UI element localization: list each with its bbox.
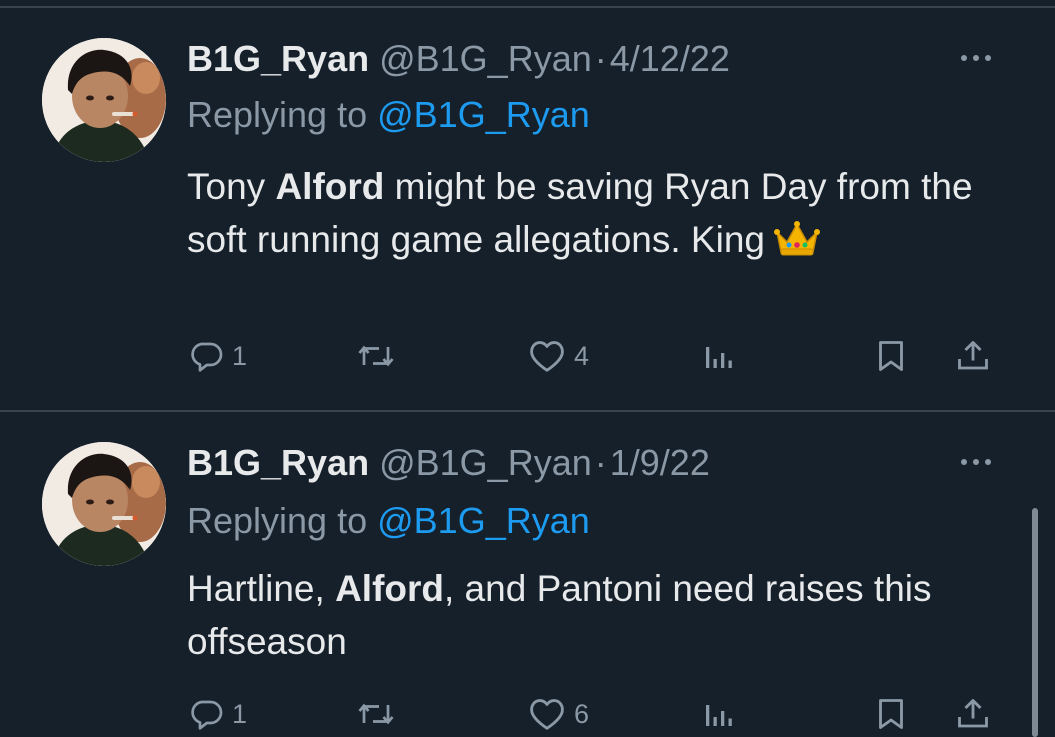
action-bar: 1 6 — [0, 692, 1055, 736]
heart-icon — [528, 696, 566, 732]
tweet-header: B1G_Ryan @B1G_Ryan·4/12/22 — [187, 36, 730, 82]
separator-dot: · — [594, 442, 607, 483]
separator-dot: · — [594, 38, 607, 79]
mention-link[interactable]: @B1G_Ryan — [377, 94, 590, 135]
mention-link[interactable]: @B1G_Ryan — [377, 500, 590, 541]
bookmark-icon — [874, 338, 908, 374]
reply-count: 1 — [232, 698, 248, 729]
heart-icon — [528, 338, 566, 374]
replying-to: Replying to @B1G_Ryan — [187, 498, 590, 544]
retweet-icon — [356, 338, 396, 374]
action-bar: 1 4 — [0, 334, 1055, 378]
timestamp[interactable]: 1/9/22 — [610, 442, 710, 483]
avatar[interactable] — [42, 442, 166, 566]
display-name[interactable]: B1G_Ryan — [187, 38, 369, 79]
like-button[interactable]: 4 — [528, 334, 589, 378]
more-icon[interactable] — [958, 48, 994, 68]
views-icon — [702, 338, 734, 374]
reply-button[interactable]: 1 — [188, 692, 247, 736]
avatar[interactable] — [42, 38, 166, 162]
share-icon — [955, 696, 991, 732]
handle[interactable]: @B1G_Ryan — [379, 442, 592, 483]
tweet-text: Tony Alford might be saving Ryan Day fro… — [187, 160, 987, 272]
views-icon — [702, 696, 734, 732]
retweet-icon — [356, 696, 396, 732]
like-button[interactable]: 6 — [528, 692, 589, 736]
share-button[interactable] — [955, 692, 991, 736]
more-icon[interactable] — [958, 452, 994, 472]
views-button[interactable] — [702, 692, 734, 736]
handle[interactable]: @B1G_Ryan — [379, 38, 592, 79]
crown-emoji — [773, 218, 821, 272]
text-part: Tony — [187, 166, 276, 207]
bookmark-button[interactable] — [874, 334, 908, 378]
text-part-bold: Alford — [335, 568, 444, 609]
bookmark-icon — [874, 696, 908, 732]
reply-icon — [188, 696, 224, 732]
bookmark-button[interactable] — [874, 692, 908, 736]
like-count: 6 — [574, 698, 590, 729]
tweet[interactable]: B1G_Ryan @B1G_Ryan·4/12/22 Replying to @… — [0, 8, 1055, 410]
timestamp[interactable]: 4/12/22 — [610, 38, 730, 79]
retweet-button[interactable] — [356, 334, 404, 378]
tweet-header: B1G_Ryan @B1G_Ryan·1/9/22 — [187, 440, 710, 486]
text-part-bold: Alford — [275, 166, 385, 207]
replying-prefix: Replying to — [187, 500, 368, 541]
tweet-text: Hartline, Alford, and Pantoni need raise… — [187, 562, 987, 668]
replying-to: Replying to @B1G_Ryan — [187, 92, 590, 138]
replying-prefix: Replying to — [187, 94, 368, 135]
views-button[interactable] — [702, 334, 734, 378]
share-button[interactable] — [955, 334, 991, 378]
share-icon — [955, 338, 991, 374]
tweet[interactable]: B1G_Ryan @B1G_Ryan·1/9/22 Replying to @B… — [0, 412, 1055, 737]
display-name[interactable]: B1G_Ryan — [187, 442, 369, 483]
reply-icon — [188, 338, 224, 374]
reply-button[interactable]: 1 — [188, 334, 247, 378]
text-part: Hartline, — [187, 568, 336, 609]
scrollbar[interactable] — [1032, 508, 1038, 737]
reply-count: 1 — [232, 340, 248, 371]
like-count: 4 — [574, 340, 590, 371]
retweet-button[interactable] — [356, 692, 404, 736]
